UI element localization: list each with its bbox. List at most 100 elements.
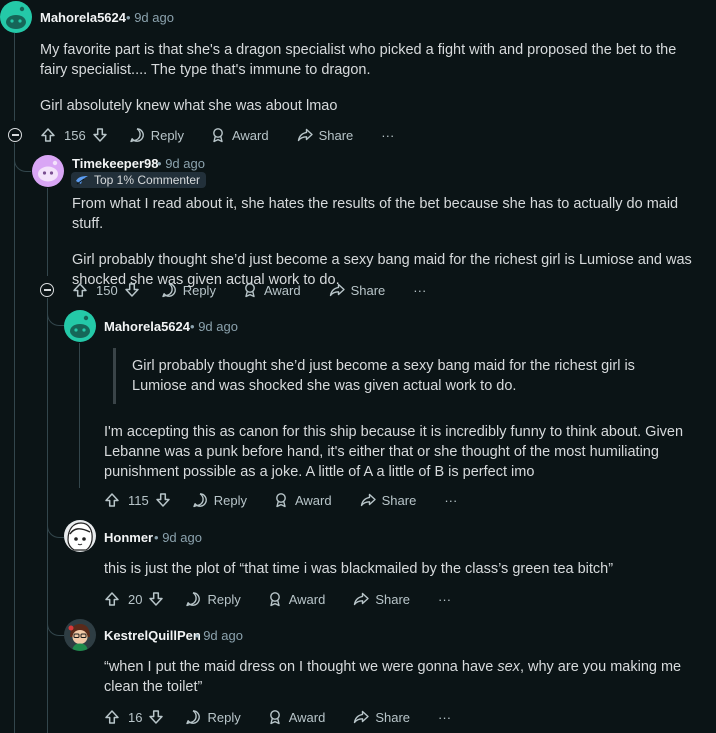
- comment-paragraph: From what I read about it, she hates the…: [72, 196, 679, 232]
- vote-count: 115: [128, 492, 149, 508]
- share-button[interactable]: Share: [360, 492, 416, 508]
- award-button[interactable]: Award: [242, 282, 301, 298]
- more-options-button[interactable]: ···: [438, 710, 451, 725]
- collapse-thread-button[interactable]: [40, 283, 54, 297]
- reply-button[interactable]: Reply: [161, 282, 216, 298]
- award-icon: [269, 710, 280, 725]
- comment-paragraph: My favorite part is that she's a dragon …: [40, 42, 677, 78]
- share-icon: [354, 592, 370, 606]
- comment-timestamp: • 9d ago: [154, 530, 202, 545]
- upvote-button[interactable]: [72, 282, 88, 298]
- downvote-button[interactable]: [124, 282, 140, 298]
- comment-body: From what I read about it, she hates the…: [72, 194, 702, 290]
- thread-branch: [47, 515, 64, 538]
- more-options-button[interactable]: ···: [381, 128, 394, 143]
- downvote-icon: [155, 493, 170, 507]
- thread-line: [14, 143, 15, 733]
- award-icon: [276, 493, 286, 508]
- reply-button[interactable]: Reply: [185, 591, 241, 607]
- avatar[interactable]: [32, 155, 64, 187]
- downvote-button[interactable]: [148, 709, 164, 725]
- snoo-avatar-icon: [6, 6, 26, 29]
- comment-body: this is just the plot of “that time i wa…: [104, 559, 704, 579]
- comment-author[interactable]: Timekeeper98: [72, 156, 159, 171]
- comment-author[interactable]: Honmer: [104, 530, 153, 545]
- vote-count: 20: [128, 591, 143, 607]
- upvote-button[interactable]: [104, 709, 120, 725]
- share-button[interactable]: Share: [297, 127, 353, 143]
- downvote-icon: [149, 592, 164, 606]
- comment-timestamp: • 9d ago: [157, 156, 205, 171]
- share-button[interactable]: Share: [353, 709, 410, 725]
- award-icon: [213, 128, 223, 143]
- comment-paragraph: this is just the plot of “that time i wa…: [104, 561, 614, 577]
- award-button[interactable]: Award: [267, 709, 325, 725]
- thread-line: [14, 33, 15, 121]
- comment-author[interactable]: Mahorela5624: [40, 10, 126, 25]
- comment-actions: 156 Reply Award Share ···: [40, 123, 394, 147]
- comment-paragraph: “when I put the maid dress on I thought …: [104, 659, 682, 695]
- downvote-icon: [149, 710, 164, 724]
- award-icon: [245, 283, 255, 298]
- avatar[interactable]: [64, 520, 96, 552]
- avatar[interactable]: [0, 1, 32, 33]
- more-options-button[interactable]: ···: [438, 592, 451, 607]
- avatar[interactable]: [64, 619, 96, 651]
- comment-actions: 115 Reply Award Share ···: [104, 488, 457, 512]
- snoo-avatar-icon: [38, 160, 58, 182]
- downvote-button[interactable]: [92, 127, 108, 143]
- downvote-button[interactable]: [155, 492, 171, 508]
- comment-timestamp: • 9d ago: [190, 319, 238, 334]
- comment-author[interactable]: Mahorela5624: [104, 319, 190, 334]
- vote-count: 16: [128, 709, 143, 725]
- snoo-avatar-icon: [70, 315, 90, 338]
- share-icon: [354, 710, 370, 724]
- comment-timestamp: • 9d ago: [126, 10, 174, 25]
- comment-paragraph: Girl absolutely knew what she was about …: [40, 98, 338, 114]
- avatar[interactable]: [64, 310, 96, 342]
- share-button[interactable]: Share: [329, 282, 385, 298]
- thread-branch: [47, 305, 64, 326]
- reply-icon: [193, 493, 207, 508]
- reply-button[interactable]: Reply: [192, 492, 247, 508]
- downvote-icon: [124, 283, 139, 297]
- share-icon: [329, 283, 345, 297]
- thread-branch: [47, 613, 64, 636]
- comment-timestamp: • 9d ago: [195, 628, 243, 643]
- comment-author[interactable]: KestrelQuillPen: [104, 628, 201, 643]
- vote-count: 156: [64, 127, 86, 143]
- blockquote: Girl probably thought she’d just become …: [113, 348, 684, 404]
- award-button[interactable]: Award: [273, 492, 332, 508]
- comment-body: Girl probably thought she’d just become …: [104, 348, 684, 482]
- share-button[interactable]: Share: [353, 591, 410, 607]
- more-options-button[interactable]: ···: [444, 493, 457, 508]
- upvote-button[interactable]: [40, 127, 56, 143]
- reply-icon: [186, 592, 201, 607]
- thread-branch: [14, 149, 31, 172]
- upvote-button[interactable]: [104, 492, 120, 508]
- vote-count: 150: [96, 282, 118, 298]
- custom-avatar-icon: [68, 624, 90, 651]
- upvote-button[interactable]: [104, 591, 120, 607]
- share-icon: [360, 493, 376, 507]
- downvote-button[interactable]: [148, 591, 164, 607]
- reply-icon: [186, 710, 201, 725]
- reply-button[interactable]: Reply: [185, 709, 241, 725]
- reply-icon: [130, 128, 144, 143]
- reply-button[interactable]: Reply: [129, 127, 184, 143]
- top-commenter-icon: [76, 176, 88, 185]
- comment-actions: 16 Reply Award Share ···: [104, 705, 451, 729]
- reply-icon: [162, 283, 176, 298]
- more-options-button[interactable]: ···: [413, 283, 426, 298]
- share-icon: [297, 128, 313, 142]
- award-button[interactable]: Award: [267, 591, 325, 607]
- anime-avatar-icon: [67, 522, 93, 551]
- top-commenter-badge: Top 1% Commenter: [71, 172, 207, 188]
- upvote-icon: [105, 493, 119, 507]
- upvote-icon: [41, 128, 55, 142]
- upvote-icon: [105, 592, 119, 606]
- comment-body: My favorite part is that she's a dragon …: [40, 40, 700, 116]
- collapse-thread-button[interactable]: [8, 128, 22, 142]
- award-icon: [269, 592, 280, 607]
- award-button[interactable]: Award: [210, 127, 269, 143]
